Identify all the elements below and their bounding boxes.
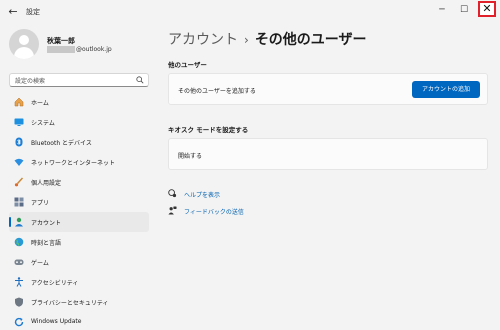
sidebar-item-home[interactable]: ホーム: [9, 92, 149, 112]
sidebar-item-label: アクセシビリティ: [31, 280, 79, 287]
app-title: 設定: [26, 8, 40, 16]
kiosk-start-label: 開始する: [178, 153, 203, 160]
other-users-section-title: 他のユーザー: [168, 61, 207, 69]
back-button[interactable]: ←: [6, 5, 20, 19]
account-icon: [15, 217, 23, 227]
add-other-user-label: その他のユーザーを追加する: [178, 88, 256, 95]
search-icon: [136, 76, 144, 84]
search-input[interactable]: 設定の検索: [9, 73, 149, 87]
help-icon: [168, 189, 177, 198]
feedback-link-label: フィードバックの送信: [184, 209, 244, 216]
sidebar-item-label: アプリ: [31, 200, 50, 207]
sidebar-item-time-language[interactable]: 時刻と言語: [9, 232, 149, 252]
sidebar-item-system[interactable]: システム: [9, 112, 149, 132]
sidebar-item-label: Bluetooth とデバイス: [31, 140, 92, 147]
feedback-icon: [168, 206, 177, 215]
maximize-button[interactable]: ☐: [456, 3, 472, 17]
avatar-body: [14, 47, 34, 59]
sidebar-item-label: 時刻と言語: [31, 240, 62, 247]
sidebar-item-label: ゲーム: [31, 260, 49, 267]
sidebar-item-gaming[interactable]: ゲーム: [9, 252, 149, 272]
system-icon: [14, 118, 24, 126]
user-name: 秋葉一郎: [47, 37, 75, 45]
search-placeholder: 設定の検索: [15, 78, 46, 85]
kiosk-section-title: キオスク モードを設定する: [168, 126, 249, 134]
page-title: その他のユーザー: [254, 32, 367, 48]
shield-icon: [15, 297, 23, 307]
sidebar-item-personalization[interactable]: 個人用設定: [9, 172, 149, 192]
update-icon: [14, 317, 24, 327]
apps-icon: [14, 197, 24, 207]
email-redacted: [47, 46, 75, 53]
close-button[interactable]: ✕: [478, 1, 496, 17]
network-icon: [14, 158, 24, 166]
title-bar: ← 設定 ─ ☐ ✕: [0, 0, 500, 24]
sidebar-item-label: ホーム: [31, 100, 49, 107]
sidebar-item-label: プライバシーとセキュリティ: [31, 300, 109, 307]
help-link-label: ヘルプを表示: [184, 192, 221, 199]
breadcrumb-parent[interactable]: アカウント: [168, 32, 238, 48]
accessibility-icon: [15, 277, 23, 287]
sidebar-item-network[interactable]: ネットワークとインターネット: [9, 152, 149, 172]
sidebar-item-label: ネットワークとインターネット: [31, 160, 116, 167]
add-account-button[interactable]: アカウントの追加: [412, 81, 480, 98]
avatar-head: [19, 35, 29, 45]
sidebar-item-label: アカウント: [31, 220, 62, 227]
breadcrumb-separator: ›: [244, 33, 249, 47]
game-icon: [14, 259, 24, 265]
sidebar-item-bluetooth[interactable]: Bluetooth とデバイス: [9, 132, 149, 152]
minimize-button[interactable]: ─: [434, 3, 450, 17]
bluetooth-icon: [15, 137, 23, 147]
sidebar-item-label: Windows Update: [31, 318, 82, 325]
kiosk-card: 開始する: [168, 138, 488, 170]
sidebar-item-privacy[interactable]: プライバシーとセキュリティ: [9, 292, 149, 312]
sidebar-item-accounts[interactable]: アカウント: [9, 212, 149, 232]
add-other-user-card: その他のユーザーを追加する アカウントの追加: [168, 73, 488, 105]
sidebar-item-label: システム: [31, 120, 55, 127]
sidebar-item-accessibility[interactable]: アクセシビリティ: [9, 272, 149, 292]
brush-icon: [14, 177, 24, 187]
avatar[interactable]: [9, 29, 39, 59]
home-icon: [14, 97, 24, 107]
user-email: @outlook.jp: [47, 46, 112, 53]
sidebar-item-apps[interactable]: アプリ: [9, 192, 149, 212]
sidebar-item-label: 個人用設定: [31, 180, 62, 187]
sidebar-nav: ホーム システム Bluetooth とデバイス ネットワークとインターネット …: [0, 92, 155, 330]
kiosk-start-button[interactable]: [412, 146, 480, 163]
sidebar-item-windows-update[interactable]: Windows Update: [9, 312, 149, 330]
breadcrumb: アカウント › その他のユーザー: [168, 29, 367, 49]
email-suffix: @outlook.jp: [76, 46, 112, 53]
globe-icon: [14, 237, 24, 247]
